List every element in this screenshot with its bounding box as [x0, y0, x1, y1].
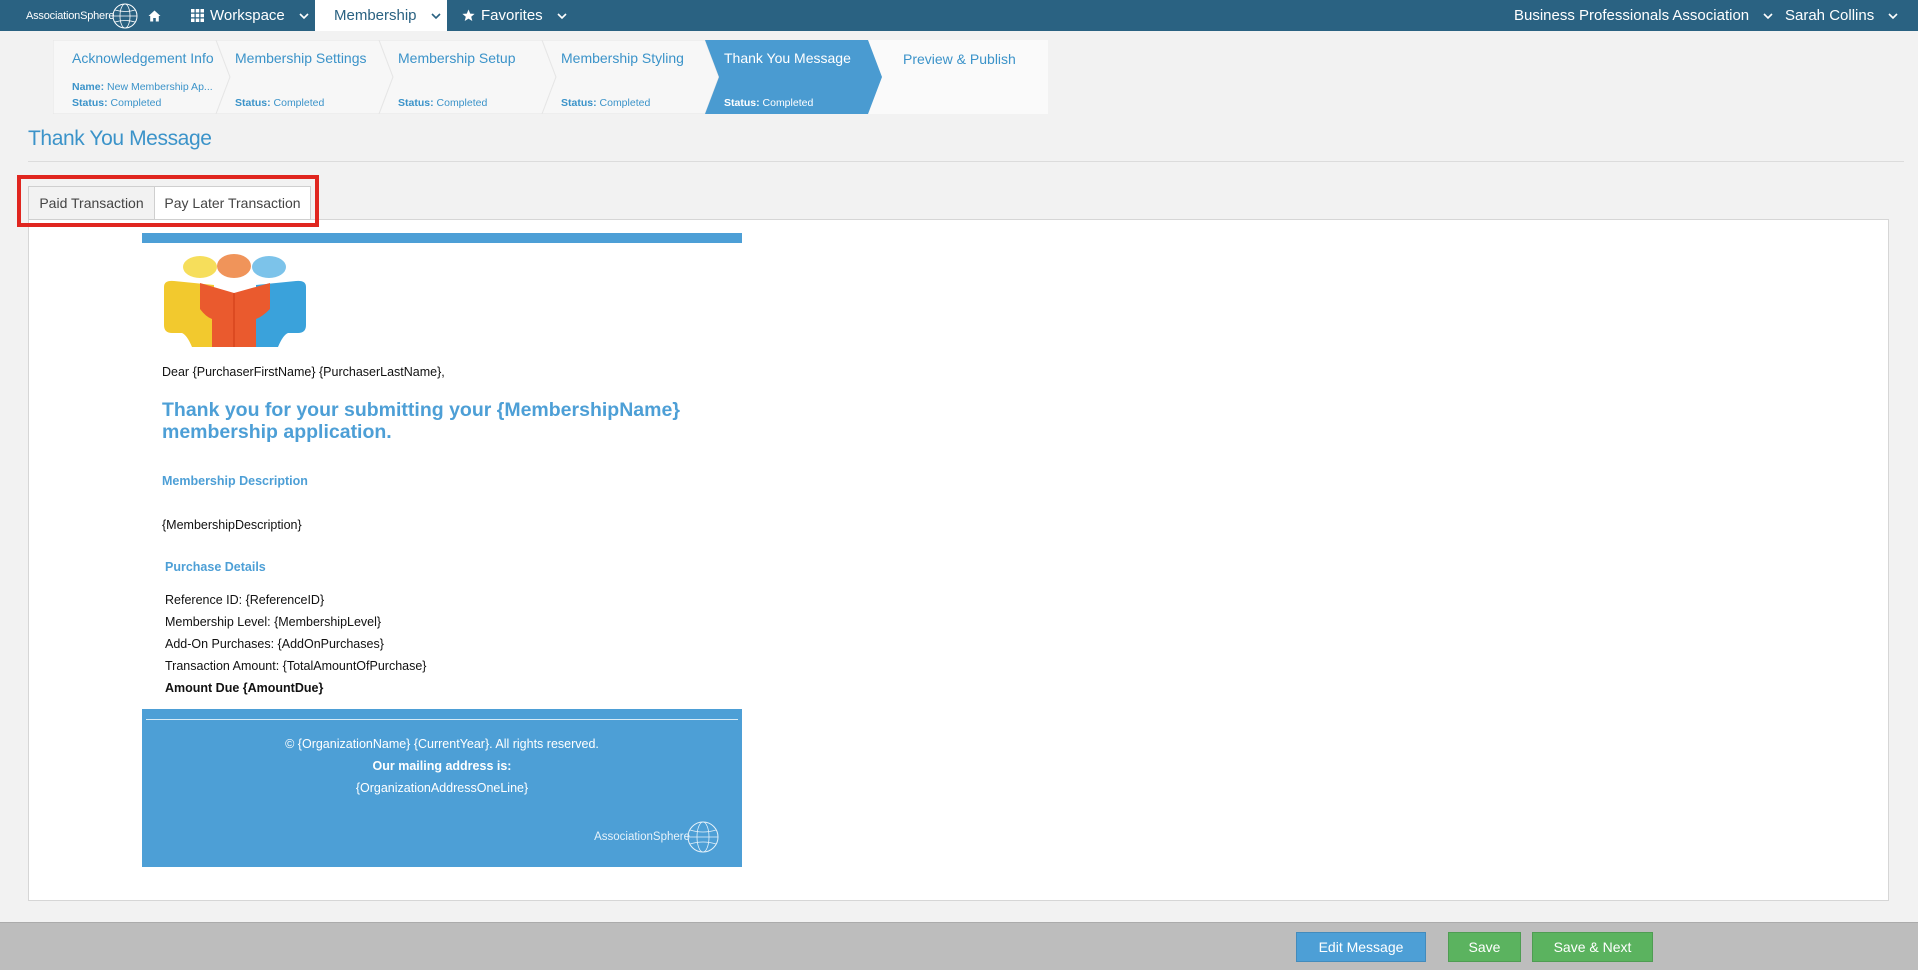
- step-name: Membership Settings: [235, 50, 367, 66]
- page-title: Thank You Message: [28, 127, 212, 150]
- email-headline-line1: Thank you for your submitting your {Memb…: [162, 399, 680, 421]
- email-footer: © {OrganizationName} {CurrentYear}. All …: [142, 709, 742, 867]
- footer-brand-association: Association: [594, 831, 653, 843]
- home-button[interactable]: [148, 0, 162, 31]
- step-preview-publish[interactable]: Preview & Publish: [868, 40, 1048, 114]
- user-menu[interactable]: Sarah Collins: [1785, 0, 1898, 31]
- footer-divider: [146, 719, 738, 720]
- membership-description-heading: Membership Description: [162, 474, 308, 488]
- people-logo-image: [164, 254, 306, 347]
- membership-label: Membership: [334, 7, 417, 24]
- highlight-box: [17, 175, 319, 227]
- workspace-label: Workspace: [210, 7, 285, 24]
- step-acknowledgement-info[interactable]: Acknowledgement Info Name: New Membershi…: [53, 40, 216, 114]
- step-thank-you-message[interactable]: Thank You Message Status: Completed: [705, 40, 868, 114]
- membership-menu[interactable]: Membership: [315, 0, 447, 31]
- email-greeting: Dear {PurchaserFirstName} {PurchaserLast…: [162, 365, 445, 379]
- step-status: Status: Completed: [398, 97, 488, 109]
- chevron-down-icon: [1888, 12, 1898, 19]
- edit-message-button[interactable]: Edit Message: [1296, 932, 1426, 962]
- step-membership-setup[interactable]: Membership Setup Status: Completed: [379, 40, 542, 114]
- step-name: Membership Setup: [398, 50, 516, 66]
- logo-text-association: Association: [26, 9, 81, 22]
- step-membership-settings[interactable]: Membership Settings Status: Completed: [216, 40, 379, 114]
- save-button[interactable]: Save: [1448, 932, 1521, 962]
- home-icon: [148, 10, 161, 21]
- footer-brand-logo: Association Sphere: [594, 819, 722, 855]
- top-navigation-bar: Association Sphere Workspace Membership F…: [0, 0, 1918, 31]
- footer-address: {OrganizationAddressOneLine}: [355, 781, 529, 795]
- workspace-menu[interactable]: Workspace: [191, 0, 309, 31]
- amount-due-line: Amount Due {AmountDue}: [165, 681, 324, 695]
- step-name: Membership Styling: [561, 50, 684, 66]
- logo-text-sphere: Sphere: [80, 9, 115, 22]
- wizard-steps: Acknowledgement Info Name: New Membershi…: [53, 40, 1048, 114]
- email-headline: Thank you for your submitting your {Memb…: [162, 399, 722, 443]
- organization-menu[interactable]: Business Professionals Association: [1514, 0, 1773, 31]
- star-icon: [462, 9, 475, 21]
- add-on-purchases-line: Add-On Purchases: {AddOnPurchases}: [165, 637, 384, 651]
- footer-mailing-label: Our mailing address is:: [372, 759, 512, 773]
- email-header-stripe: [142, 233, 742, 243]
- chevron-down-icon: [430, 12, 441, 19]
- favorites-menu[interactable]: Favorites: [462, 0, 567, 31]
- step-status: Status: Completed: [561, 97, 651, 109]
- step-status: Status: Completed: [235, 97, 325, 109]
- chevron-down-icon: [299, 12, 309, 19]
- step-name: Thank You Message: [724, 50, 851, 66]
- divider: [28, 161, 1904, 162]
- step-status: Status: Completed: [72, 97, 162, 109]
- transaction-amount-line: Transaction Amount: {TotalAmountOfPurcha…: [165, 659, 427, 673]
- purchase-details-heading: Purchase Details: [165, 560, 266, 574]
- step-meta-name: Name: New Membership Ap...: [72, 81, 213, 93]
- app-logo[interactable]: Association Sphere: [26, 0, 140, 31]
- grid-icon: [191, 9, 204, 22]
- membership-level-line: Membership Level: {MembershipLevel}: [165, 615, 382, 629]
- organization-label: Business Professionals Association: [1514, 7, 1750, 24]
- step-name: Preview & Publish: [903, 51, 1016, 67]
- step-status: Status: Completed: [724, 97, 814, 109]
- chevron-down-icon: [1763, 12, 1773, 19]
- reference-id-line: Reference ID: {ReferenceID}: [165, 593, 325, 607]
- favorites-label: Favorites: [481, 7, 543, 24]
- chevron-down-icon: [557, 12, 567, 19]
- step-name: Acknowledgement Info: [72, 50, 214, 66]
- footer-copyright: © {OrganizationName} {CurrentYear}. All …: [285, 737, 599, 751]
- step-membership-styling[interactable]: Membership Styling Status: Completed: [542, 40, 705, 114]
- user-label: Sarah Collins: [1785, 7, 1875, 24]
- globe-icon: [687, 821, 719, 853]
- email-headline-line2: membership application.: [162, 421, 392, 443]
- globe-icon: [112, 3, 138, 28]
- membership-description-body: {MembershipDescription}: [162, 518, 302, 532]
- save-next-button[interactable]: Save & Next: [1532, 932, 1653, 962]
